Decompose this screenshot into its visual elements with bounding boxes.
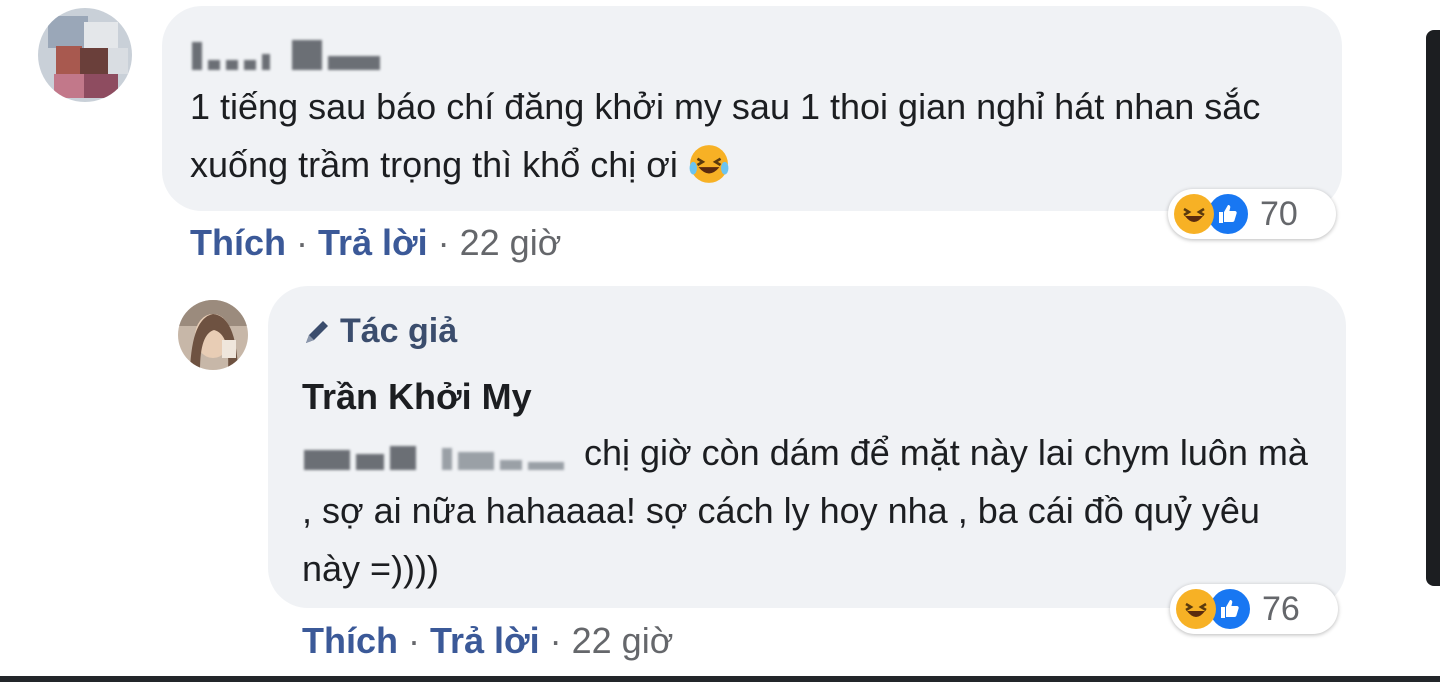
timestamp[interactable]: 22 giờ — [460, 222, 562, 264]
separator-dot: · — [296, 222, 308, 263]
commenter-name-redacted[interactable] — [192, 36, 380, 70]
reaction-summary[interactable]: 76 — [1170, 584, 1338, 634]
separator-dot: · — [437, 222, 450, 263]
author-avatar[interactable] — [178, 300, 248, 370]
reply-link[interactable]: Trả lời — [318, 222, 428, 264]
reaction-count: 76 — [1262, 589, 1300, 628]
separator-dot: · — [408, 620, 420, 661]
commenter-avatar-pixelated[interactable] — [38, 8, 132, 102]
like-link[interactable]: Thích — [190, 222, 286, 264]
reply-actions: Thích · Trả lời · 22 giờ — [302, 620, 673, 662]
side-panel — [1426, 30, 1440, 586]
reply-text: chị giờ còn dám để mặt này lai chym luôn… — [302, 432, 1308, 589]
haha-reaction-icon — [1176, 589, 1216, 629]
author-name[interactable]: Trần Khởi My — [302, 376, 532, 418]
separator-dot: · — [549, 620, 562, 661]
author-badge: Tác giả — [302, 312, 457, 351]
pencil-icon — [306, 320, 328, 343]
haha-reaction-icon — [1174, 194, 1214, 234]
reaction-summary[interactable]: 70 — [1168, 189, 1336, 239]
timestamp[interactable]: 22 giờ — [572, 620, 674, 662]
reply-link[interactable]: Trả lời — [430, 620, 540, 662]
laughing-tears-emoji-icon — [689, 145, 729, 183]
comment-actions: Thích · Trả lời · 22 giờ — [190, 222, 561, 264]
reaction-count: 70 — [1260, 194, 1298, 233]
comment-text: 1 tiếng sau báo chí đăng khởi my sau 1 t… — [190, 86, 1261, 185]
like-link[interactable]: Thích — [302, 620, 398, 662]
bottom-border — [0, 676, 1440, 682]
